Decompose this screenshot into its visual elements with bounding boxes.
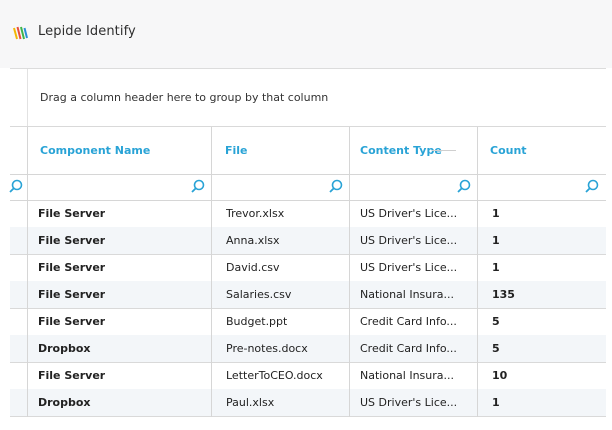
cell-content-type: National Insura... — [360, 369, 455, 382]
cell-count: 135 — [492, 288, 515, 301]
cell-count: 1 — [492, 234, 500, 247]
cell-component: Dropbox — [38, 396, 91, 409]
cell-content-type: US Driver's Lice... — [360, 234, 458, 247]
cell-count: 5 — [492, 342, 500, 355]
cell-component: File Server — [38, 288, 106, 301]
group-by-hint: Drag a column header here to group by th… — [40, 91, 329, 104]
table-row[interactable]: File Server Trevor.xlsx US Driver's Lice… — [10, 200, 606, 228]
column-header-component-name[interactable]: Component Name — [40, 127, 150, 174]
table-row[interactable]: Dropbox Pre-notes.docx Credit Card Info.… — [10, 335, 606, 363]
search-icon[interactable] — [8, 179, 24, 195]
column-header-row: Component Name File Content Type Count — [10, 127, 606, 175]
cell-content-type: US Driver's Lice... — [360, 207, 458, 220]
cell-content-type: US Driver's Lice... — [360, 261, 458, 274]
cell-file: David.csv — [226, 261, 280, 274]
table-row[interactable]: File Server Budget.ppt Credit Card Info.… — [10, 308, 606, 336]
search-icon[interactable] — [456, 179, 472, 195]
cell-file: Budget.ppt — [226, 315, 288, 328]
lepide-logo-icon — [13, 26, 28, 40]
cell-count: 5 — [492, 315, 500, 328]
search-icon[interactable] — [328, 179, 344, 195]
table-row[interactable]: Dropbox Paul.xlsx US Driver's Lice... 1 — [10, 389, 606, 417]
search-icon[interactable] — [190, 179, 206, 195]
cell-component: File Server — [38, 234, 106, 247]
column-header-file[interactable]: File — [225, 127, 248, 174]
cell-file: Anna.xlsx — [226, 234, 280, 247]
cell-count: 10 — [492, 369, 508, 382]
cell-file: Paul.xlsx — [226, 396, 275, 409]
cell-file: Salaries.csv — [226, 288, 292, 301]
cell-file: Trevor.xlsx — [226, 207, 285, 220]
cell-file: Pre-notes.docx — [226, 342, 308, 355]
group-by-drop-zone[interactable]: Drag a column header here to group by th… — [10, 69, 606, 127]
table-row[interactable]: File Server Salaries.csv National Insura… — [10, 281, 606, 309]
title-bar: Lepide Identify — [0, 0, 612, 68]
cell-component: File Server — [38, 369, 106, 382]
table-row[interactable]: File Server LetterToCEO.docx National In… — [10, 362, 606, 390]
app-title: Lepide Identify — [38, 24, 136, 39]
cell-count: 1 — [492, 207, 500, 220]
cell-content-type: National Insura... — [360, 288, 455, 301]
cell-file: LetterToCEO.docx — [226, 369, 323, 382]
cell-component: File Server — [38, 261, 106, 274]
cell-component: File Server — [38, 315, 106, 328]
column-header-count[interactable]: Count — [490, 127, 527, 174]
table-row[interactable]: File Server Anna.xlsx US Driver's Lice..… — [10, 227, 606, 255]
search-icon[interactable] — [584, 179, 600, 195]
column-header-content-type[interactable]: Content Type — [360, 127, 442, 174]
cell-content-type: Credit Card Info... — [360, 315, 457, 328]
cell-count: 1 — [492, 396, 500, 409]
cell-count: 1 — [492, 261, 500, 274]
grid-panel: Drag a column header here to group by th… — [8, 68, 606, 419]
cell-content-type: US Driver's Lice... — [360, 396, 458, 409]
filter-row — [8, 174, 606, 201]
cell-component: Dropbox — [38, 342, 91, 355]
cell-component: File Server — [38, 207, 106, 220]
cell-content-type: Credit Card Info... — [360, 342, 457, 355]
table-row[interactable]: File Server David.csv US Driver's Lice..… — [10, 254, 606, 282]
